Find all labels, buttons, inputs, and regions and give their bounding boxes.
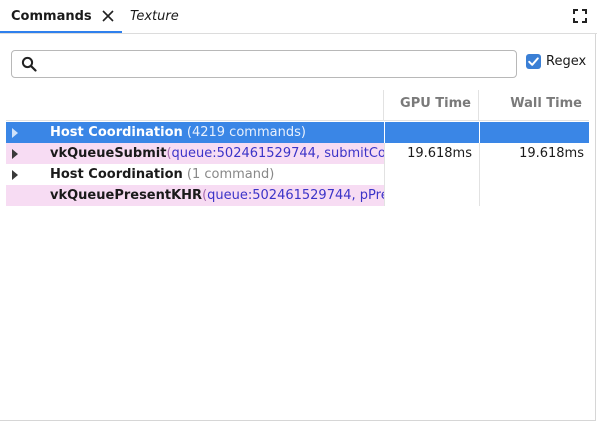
gpu-time-cell [384,185,479,206]
search-box [11,50,517,78]
column-divider [384,122,385,143]
row-name-cell[interactable]: vkQueuePresentKHR(queue:502461529744, pP… [6,185,384,206]
wall-time-cell [479,185,589,206]
row-title: Host Coordination [50,167,183,182]
triangle-right-icon[interactable] [12,170,18,180]
column-divider [384,164,385,185]
row-name-cell[interactable]: Host Coordination (4219 commands) [6,122,384,143]
wall-time-cell: 19.618ms [519,146,584,161]
param-separator: , [351,188,356,203]
row-name-cell[interactable]: vkQueueSubmit(queue:502461529744, submit… [6,143,384,164]
gpu-time-cell: 19.618ms [407,146,472,161]
param-key: pPresentInfo [359,188,384,203]
table-row[interactable]: Host Coordination (4219 commands) [6,122,589,143]
tab-commands-label: Commands [11,9,92,24]
param-key: submitCount [324,146,384,161]
wall-time-cell [479,122,589,143]
row-count: (4219 commands) [186,125,306,140]
param-separator: , [315,146,321,161]
column-divider [479,143,480,164]
close-icon[interactable] [101,9,115,23]
maximize-icon[interactable] [573,9,587,23]
search-icon [21,56,37,72]
regex-toggle[interactable]: Regex [526,54,586,69]
param-value[interactable]: 502461529744 [252,188,351,203]
table-row[interactable]: vkQueuePresentKHR(queue:502461529744, pP… [6,185,589,206]
param-key: queue: [207,188,253,203]
column-divider [479,185,480,206]
gpu-time-cell [384,164,479,185]
column-divider [384,143,385,164]
row-count: (1 command) [186,167,275,182]
gpu-time-cell [384,122,479,143]
triangle-right-icon[interactable] [12,128,18,138]
tab-texture-label: Texture [130,9,179,24]
command-name: vkQueueSubmit [50,146,167,161]
tab-commands[interactable]: Commands [0,0,122,33]
column-header-wall-time[interactable]: Wall Time [479,90,589,120]
column-header-gpu-time[interactable]: GPU Time [384,90,479,120]
param-value[interactable]: 502461529744 [217,146,316,161]
regex-checkbox[interactable] [526,54,541,69]
column-divider [384,185,385,206]
header-divider [6,120,589,121]
table-row[interactable]: vkQueueSubmit(queue:502461529744, submit… [6,143,589,164]
row-title: Host Coordination [50,125,183,140]
regex-label: Regex [546,54,587,69]
command-tree-table: GPU Time Wall Time Host Coordination (42… [6,90,589,210]
search-input[interactable] [44,53,513,75]
wall-time-cell [479,164,589,185]
checkmark-icon [528,57,539,66]
row-name-cell[interactable]: Host Coordination (1 command) [6,164,384,185]
column-divider [479,164,480,185]
command-name: vkQueuePresentKHR [50,188,203,203]
tab-bar: Commands Texture [0,0,597,34]
commands-panel: Commands Texture Regex GPU Time Wall Tim… [0,0,597,421]
table-row[interactable]: Host Coordination (1 command) [6,164,589,185]
column-divider [479,122,480,143]
param-key: queue: [171,146,217,161]
column-header-name [6,90,384,120]
triangle-right-icon[interactable] [12,149,18,159]
